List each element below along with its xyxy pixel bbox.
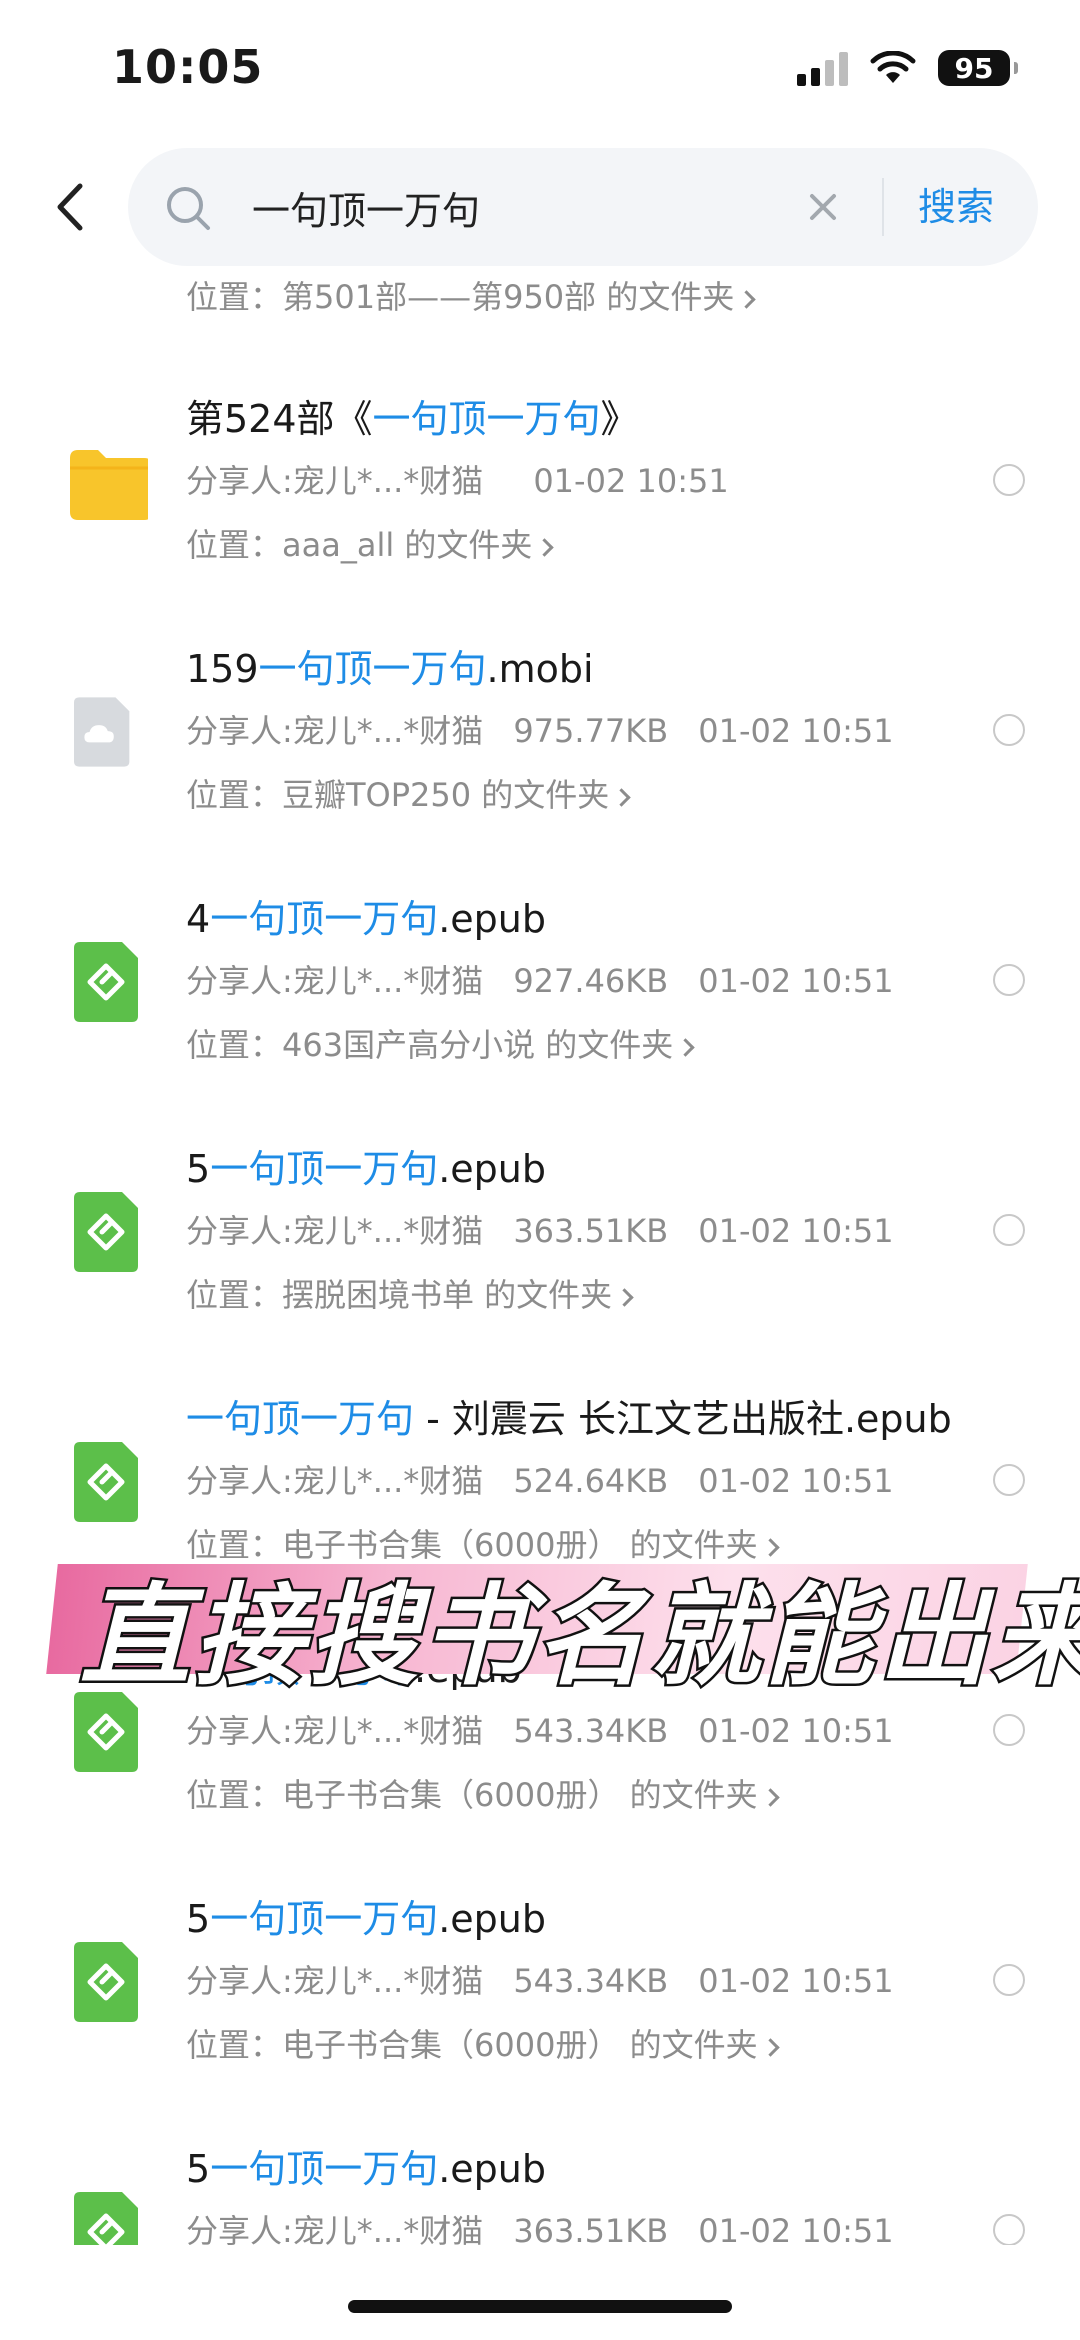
search-input[interactable] [252,178,772,236]
select-radio[interactable] [993,2214,1025,2245]
item-meta: 分享人:宠儿*...*财猫 543.34KB 01-02 10:51 [186,1962,894,2000]
partial-item-location[interactable]: 位置：第501部——第950部 的文件夹 [186,272,757,318]
cloud-file-icon [74,697,130,767]
item-meta: 分享人:宠儿*...*财猫 524.64KB 01-02 10:51 [186,1462,894,1500]
search-bar: 搜索 [128,148,1038,266]
list-item[interactable]: 5一句顶一万句.epub 分享人:宠儿*...*财猫 363.51KB 01-02 … [0,2120,1080,2245]
clear-icon[interactable] [808,192,838,222]
epub-file-icon [74,2192,138,2245]
epub-file-icon [74,1942,138,2022]
item-meta: 分享人:宠儿*...*财猫 363.51KB 01-02 10:51 [186,2212,894,2245]
select-radio[interactable] [993,1714,1025,1746]
item-title: 5一句顶一万句.epub [186,2147,546,2191]
wifi-icon [870,51,916,85]
battery-icon: 95 [938,50,1018,86]
item-meta: 分享人:宠儿*...*财猫 01-02 10:51 [186,462,729,500]
select-radio[interactable] [993,964,1025,996]
item-title: 一句顶一万句 - 刘震云 长江文艺出版社.epub [186,1397,952,1441]
item-meta: 分享人:宠儿*...*财猫 363.51KB 01-02 10:51 [186,1212,894,1250]
item-location[interactable]: 位置：aaa_all 的文件夹 [186,520,555,566]
back-chevron-icon[interactable] [54,182,86,232]
home-indicator[interactable] [348,2300,732,2313]
item-title: 5一句顶一万句.epub [186,1897,546,1941]
item-location[interactable]: 位置：豆瓣TOP250 的文件夹 [186,770,631,816]
item-location[interactable]: 位置：摆脱困境书单 的文件夹 [186,1270,634,1316]
item-title: 159一句顶一万句.mobi [186,647,594,691]
overlay-caption-banner: 直接搜书名就能出来 [46,1546,1080,1703]
item-meta: 分享人:宠儿*...*财猫 927.46KB 01-02 10:51 [186,962,894,1000]
item-location[interactable]: 位置：电子书合集（6000册） 的文件夹 [186,1770,780,1816]
item-title: 5一句顶一万句.epub [186,1147,546,1191]
search-divider [882,178,884,236]
select-radio[interactable] [993,464,1025,496]
epub-file-icon [74,1192,138,1272]
list-item[interactable]: 159一句顶一万句.mobi 分享人:宠儿*...*财猫 975.77KB 01-0… [0,620,1080,870]
select-radio[interactable] [993,1464,1025,1496]
cellular-signal-icon [797,50,848,86]
item-title: 第524部《一句顶一万句》 [186,397,639,441]
folder-icon [70,450,148,520]
search-button[interactable]: 搜索 [918,176,994,231]
item-meta: 分享人:宠儿*...*财猫 975.77KB 01-02 10:51 [186,712,894,750]
search-icon [167,187,210,230]
epub-file-icon [74,942,138,1022]
status-bar: 10:05 95 [0,0,1080,140]
list-item[interactable]: 第524部《一句顶一万句》 分享人:宠儿*...*财猫 01-02 10:51 位… [0,370,1080,620]
item-meta: 分享人:宠儿*...*财猫 543.34KB 01-02 10:51 [186,1712,894,1750]
epub-file-icon [74,1442,138,1522]
item-title: 4一句顶一万句.epub [186,897,546,941]
item-location[interactable]: 位置：463国产高分小说 的文件夹 [186,1020,695,1066]
select-radio[interactable] [993,1214,1025,1246]
list-item[interactable]: 5一句顶一万句.epub 分享人:宠儿*...*财猫 363.51KB 01-02 … [0,1120,1080,1370]
list-item[interactable]: 5一句顶一万句.epub 分享人:宠儿*...*财猫 543.34KB 01-02 … [0,1870,1080,2120]
select-radio[interactable] [993,1964,1025,1996]
item-location[interactable]: 位置：电子书合集（6000册） 的文件夹 [186,2020,780,2066]
status-time: 10:05 [112,40,264,94]
overlay-caption: 直接搜书名就能出来 [78,1570,1080,1703]
select-radio[interactable] [993,714,1025,746]
list-item[interactable]: 4一句顶一万句.epub 分享人:宠儿*...*财猫 927.46KB 01-02 … [0,870,1080,1120]
status-icons: 95 [797,50,1018,86]
